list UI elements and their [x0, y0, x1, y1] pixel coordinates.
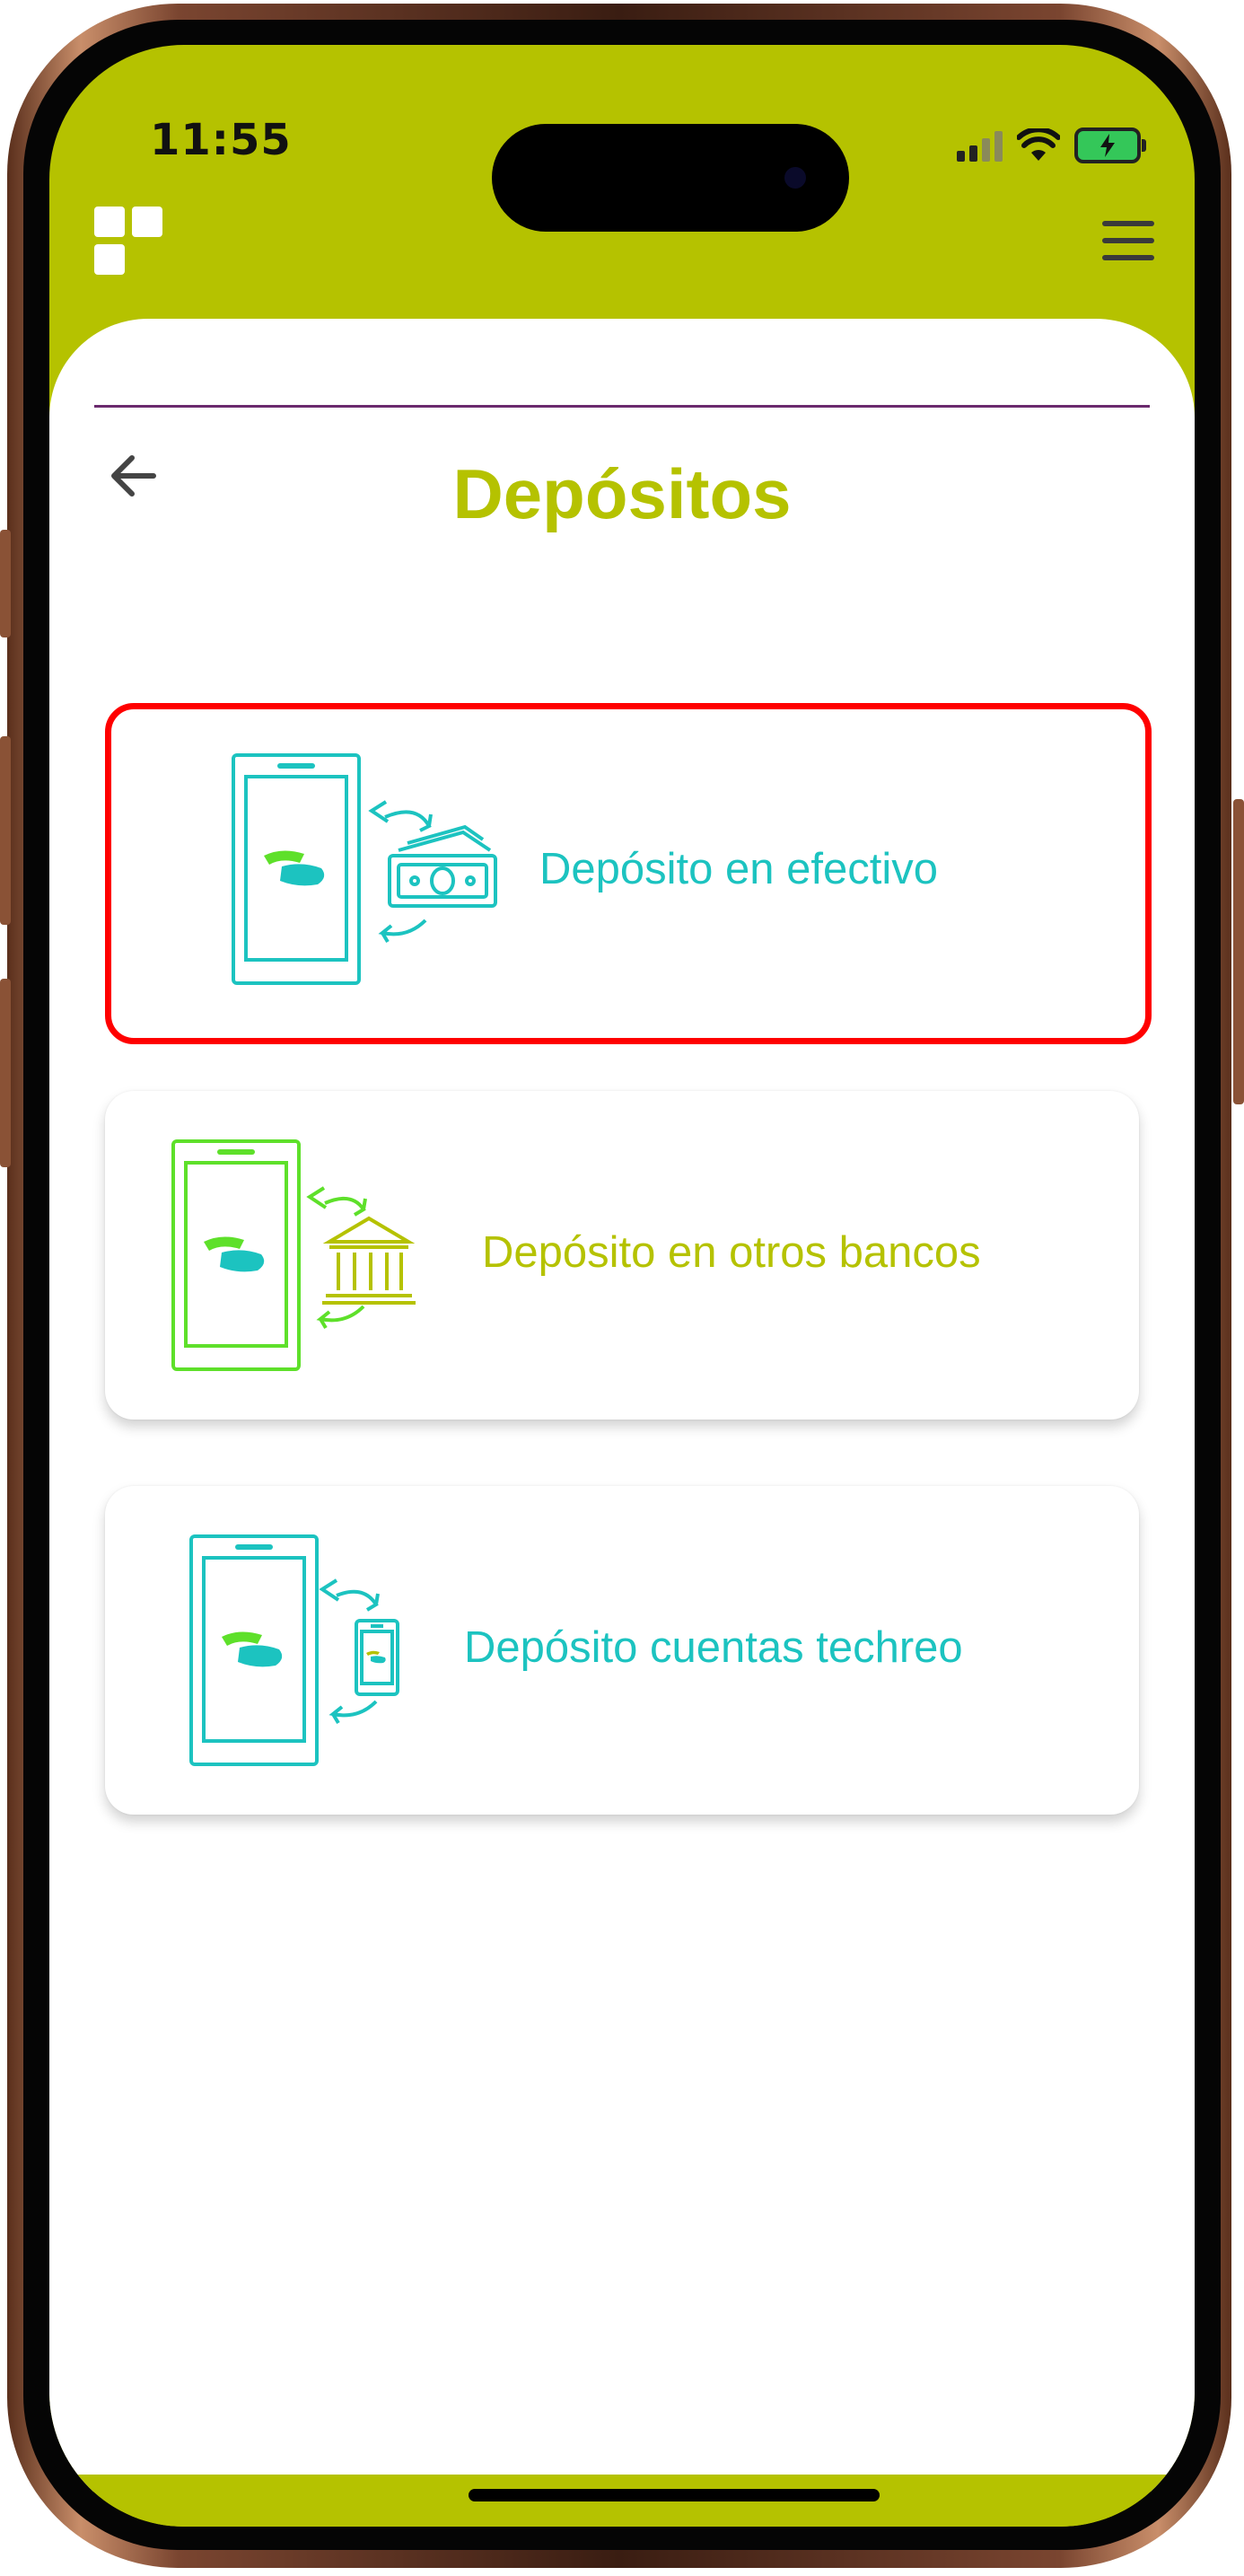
main-content: Depósitos Depósito en efectivo Depósito … — [49, 319, 1195, 2492]
wifi-icon — [1017, 128, 1060, 161]
dynamic-island — [492, 124, 849, 232]
option-techreo-accounts-deposit[interactable]: Depósito cuentas techreo — [105, 1486, 1139, 1815]
side-button-volume-down — [0, 979, 11, 1167]
screen: 11:55 Depósitos Depósito en efectivo Dep… — [49, 45, 1195, 2527]
side-button-power — [1233, 799, 1244, 1104]
side-button-action — [0, 530, 11, 637]
phone-bank-deposit-icon — [171, 1139, 416, 1371]
phone-to-phone-deposit-icon — [189, 1534, 399, 1766]
hamburger-menu-icon[interactable] — [1102, 221, 1154, 260]
home-indicator[interactable] — [469, 2489, 880, 2501]
option-cash-deposit[interactable]: Depósito en efectivo — [105, 703, 1152, 1044]
battery-charging-icon — [1074, 127, 1146, 163]
option-label: Depósito en efectivo — [539, 845, 938, 893]
page-title: Depósitos — [452, 454, 792, 533]
option-label: Depósito en otros bancos — [482, 1228, 981, 1277]
side-button-volume-up — [0, 736, 11, 925]
phone-cash-deposit-icon — [232, 753, 497, 985]
option-label: Depósito cuentas techreo — [464, 1623, 963, 1672]
status-time: 11:55 — [150, 115, 292, 165]
status-icons — [957, 127, 1146, 163]
app-logo-icon[interactable] — [94, 207, 166, 278]
option-other-banks-deposit[interactable]: Depósito en otros bancos — [105, 1091, 1139, 1420]
front-camera-icon — [784, 167, 806, 189]
header-divider — [94, 405, 1150, 408]
cellular-signal-icon — [957, 129, 1003, 162]
